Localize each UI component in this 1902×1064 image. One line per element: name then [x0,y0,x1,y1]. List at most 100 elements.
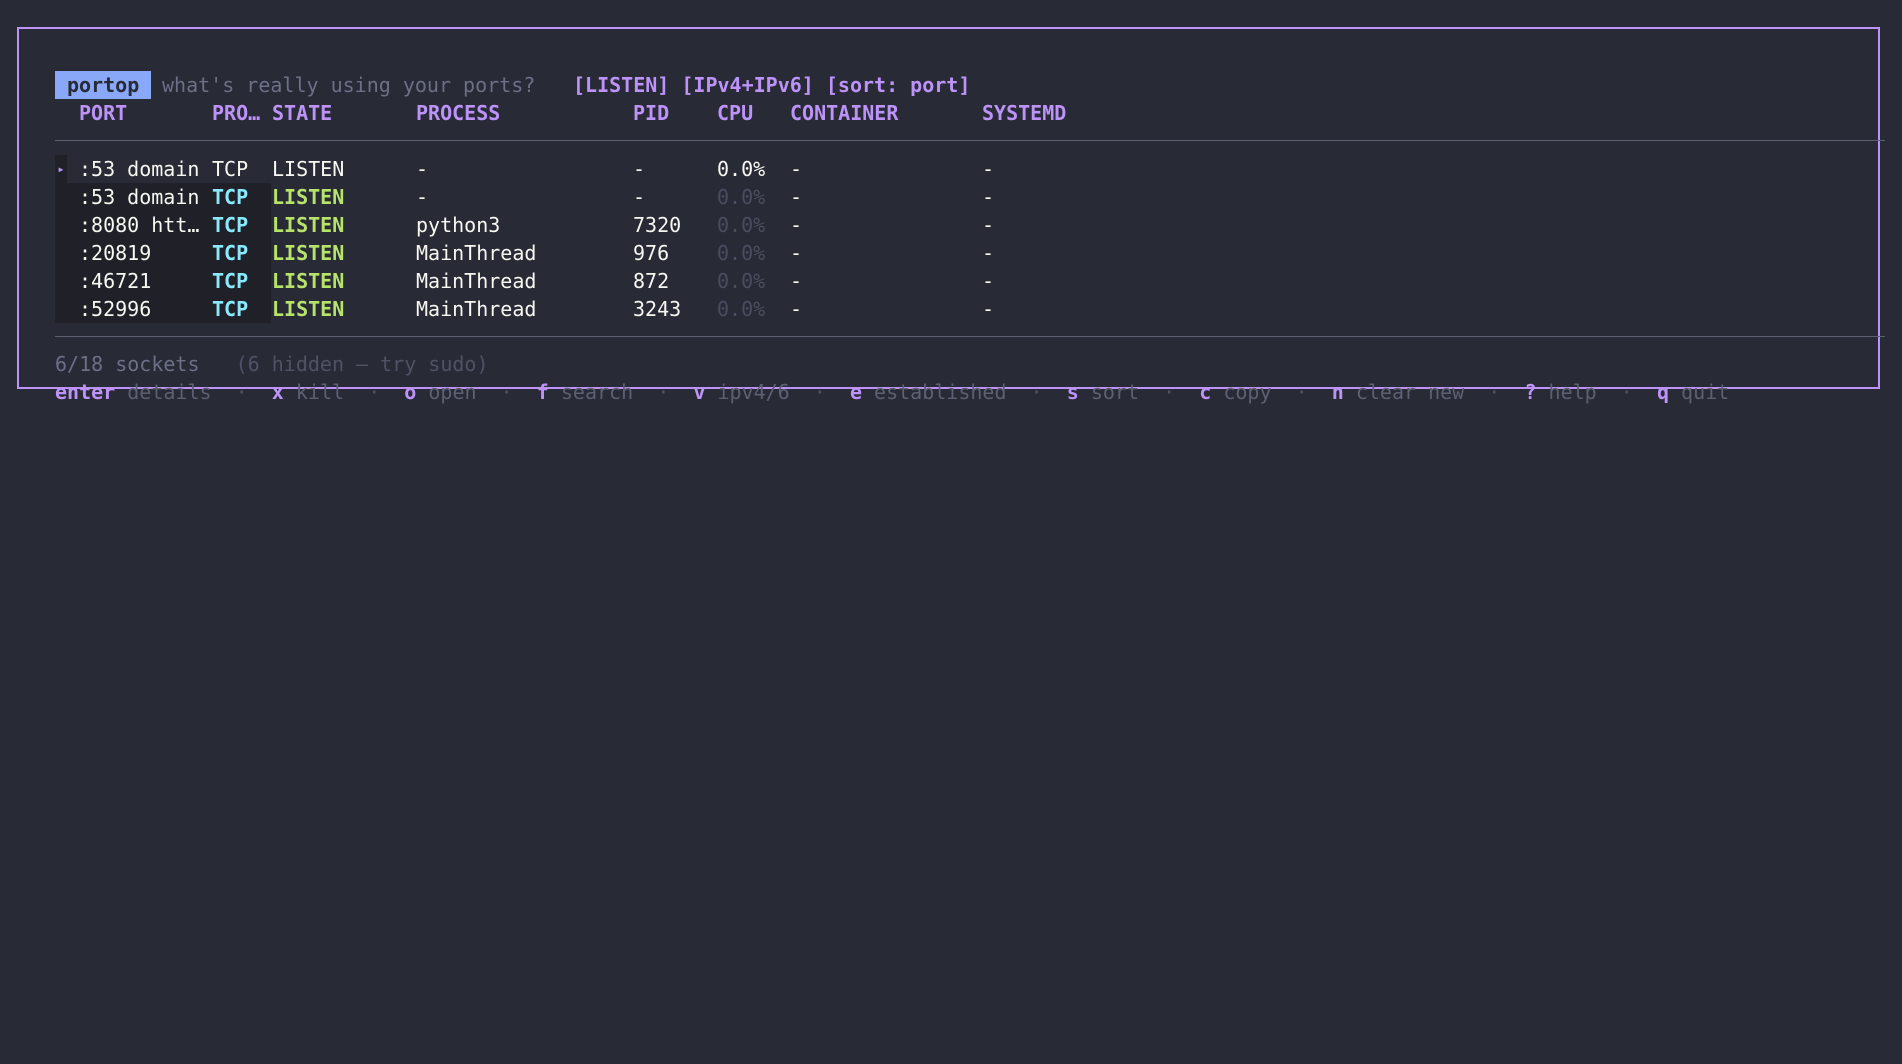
cell-process: python3 [416,213,501,237]
keybind-copy[interactable]: c copy [1199,380,1271,404]
cell-process: - [416,185,429,209]
hidden-sockets-note: (6 hidden — try sudo) [235,352,489,376]
keybind-established[interactable]: e established [850,380,1007,404]
separator-dot: · [813,380,826,404]
separator-dot: · [1488,380,1501,404]
cell-container: - [790,241,803,265]
cell-cpu: 0.0% [717,297,766,321]
keybind-key: f [536,380,549,404]
cell-pid: 872 [633,269,670,293]
column-header-cpu[interactable]: CPU [717,99,753,127]
keybind-key: n [1331,380,1344,404]
cell-cpu: 0.0% [717,213,766,237]
keybind-clear-new[interactable]: n clear new [1332,380,1464,404]
separator-dot: · [1620,380,1633,404]
keybind-ipv4-6[interactable]: v ipv4/6 [693,380,789,404]
cell-pid: 3243 [633,297,682,321]
keybind-action: kill [295,380,345,404]
column-header-proto[interactable]: PRO… [212,99,260,127]
keybind-action: help [1548,380,1597,404]
cell-proto: TCP [212,241,249,265]
keybind-sort[interactable]: s sort [1067,380,1139,404]
keybind-help[interactable]: ? help [1524,380,1596,404]
column-header-container[interactable]: CONTAINER [790,99,898,127]
keybind-key: ? [1524,380,1537,404]
keybind-action: quit [1681,380,1730,404]
cell-state: LISTEN [272,213,345,237]
keybind-key: o [404,380,417,404]
cell-cpu: 0.0% [717,185,766,209]
keybind-key: e [849,380,862,404]
cell-systemd: - [982,241,995,265]
cell-container: - [790,213,803,237]
keybind-action: ipv4/6 [717,380,790,404]
app-tagline: what's really using your ports? [162,73,536,97]
cell-cpu: 0.0% [717,157,766,181]
socket-status: 6/18 sockets (6 hidden — try sudo) [55,350,489,378]
cell-pid: 976 [633,241,670,265]
cell-port: :52996 [79,297,152,321]
app-frame: portop what's really using your ports? [… [17,27,1885,404]
separator-dot: · [368,380,381,404]
cell-process: - [416,157,429,181]
column-header-state[interactable]: STATE [272,99,332,127]
cell-port: :53 domain [79,157,200,181]
cell-systemd: - [982,185,995,209]
table-row[interactable]: :53 domain TCP LISTEN - -0.0% - - [55,183,1155,211]
cell-state: LISTEN [272,157,345,181]
cell-proto: TCP [212,213,249,237]
column-header-systemd[interactable]: SYSTEMD [982,99,1066,127]
cell-port: :53 domain [79,185,200,209]
cell-state: LISTEN [272,269,345,293]
cell-state: LISTEN [272,185,345,209]
table-row[interactable]: :20819 TCP LISTEN MainThread 976 0.0% - - [55,239,1155,267]
column-header-pid[interactable]: PID [633,99,669,127]
cell-systemd: - [982,297,995,321]
cell-state: LISTEN [272,241,345,265]
cell-port: :8080 htt… [79,213,200,237]
table-row[interactable]: :8080 htt… TCP LISTEN python3 7320 0.0% - - [55,211,1155,239]
filter-status: [LISTEN] [IPv4+IPv6] [sort: port] [573,73,971,97]
keybind-key: s [1066,380,1079,404]
cell-proto: TCP [212,297,249,321]
keybind-action: details [127,380,212,404]
cell-process: MainThread [416,297,537,321]
table-row-selected[interactable]: ▸:53 domain TCP LISTEN - -0.0% - - [55,155,1155,183]
cell-pid: 7320 [633,213,682,237]
cell-process: MainThread [416,269,537,293]
table-row[interactable]: :52996 TCP LISTEN MainThread 3243 0.0% - - [55,295,1155,323]
cell-systemd: - [982,213,995,237]
separator-dot: · [657,380,670,404]
cell-proto: TCP [212,157,249,181]
cell-proto: TCP [212,185,249,209]
separator-dot: · [235,380,248,404]
footer-divider [55,336,1885,337]
header-divider [55,140,1885,141]
column-header-port[interactable]: PORT [79,99,127,127]
keybind-kill[interactable]: x kill [272,380,344,404]
table-row[interactable]: :46721 TCP LISTEN MainThread 872 0.0% - - [55,267,1155,295]
separator-dot: · [1295,380,1308,404]
separator-dot: · [1163,380,1176,404]
cell-container: - [790,297,803,321]
cell-pid: - [633,185,646,209]
cell-container: - [790,157,803,181]
row-cursor-icon: ▸ [55,155,67,183]
cell-pid: - [633,157,646,181]
keybind-details[interactable]: enter details [55,380,212,404]
keybind-quit[interactable]: q quit [1657,380,1729,404]
keybind-search[interactable]: f search [537,380,633,404]
cell-proto: TCP [212,269,249,293]
socket-count: 6/18 sockets [55,352,200,376]
app-name-badge: portop [55,71,152,99]
keybind-bar: enter details · x kill · o open · f sear… [55,378,1729,406]
keybind-key: x [271,380,284,404]
cell-process: MainThread [416,241,537,265]
keybind-open[interactable]: o open [404,380,476,404]
keybind-action: copy [1223,380,1272,404]
column-header-process[interactable]: PROCESS [416,99,500,127]
cell-container: - [790,269,803,293]
keybind-key: v [693,380,706,404]
keybind-action: search [560,380,634,404]
cell-port: :46721 [79,269,152,293]
